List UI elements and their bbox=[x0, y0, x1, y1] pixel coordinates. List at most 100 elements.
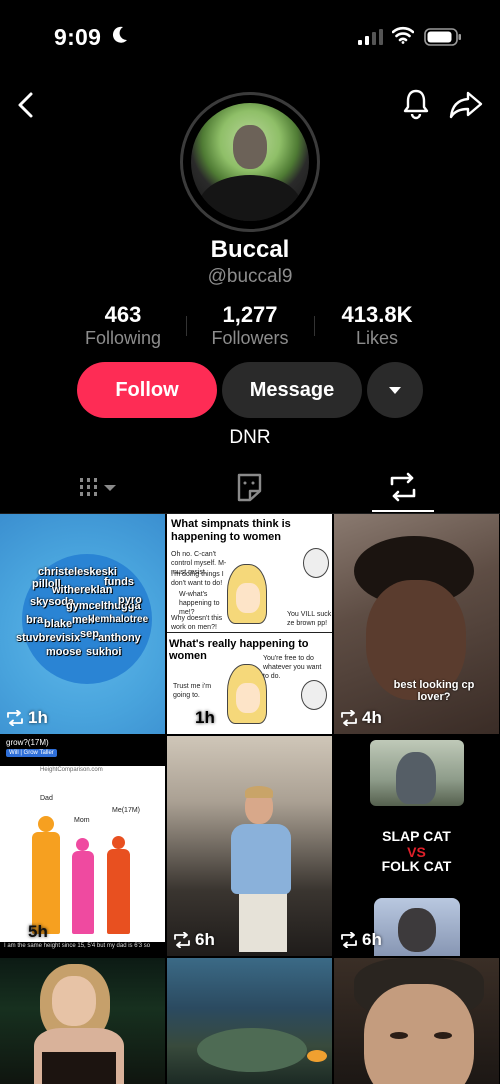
video-tile[interactable]: best looking cp lover? 4h bbox=[334, 514, 499, 734]
figure-label: Mom bbox=[74, 817, 90, 824]
circle-name: moose bbox=[46, 646, 82, 658]
circle-name: anthony bbox=[98, 632, 141, 644]
cat-image bbox=[370, 740, 464, 806]
stat-value: 1,277 bbox=[222, 302, 278, 327]
figure-head bbox=[38, 816, 54, 832]
back-arrow-icon[interactable] bbox=[12, 88, 40, 122]
repost-icon bbox=[341, 710, 357, 726]
video-caption: best looking cp lover? bbox=[393, 679, 475, 703]
tab-reposts[interactable] bbox=[334, 466, 500, 512]
profile-bio: DNR bbox=[229, 427, 271, 448]
video-header-text: grow?(17M) bbox=[6, 738, 49, 747]
avatar-body bbox=[199, 175, 301, 221]
stat-likes[interactable]: 413.8K Likes bbox=[327, 302, 427, 349]
repost-icon bbox=[174, 932, 190, 948]
video-footer-text: I am the same height since 15, 5'4 but m… bbox=[0, 942, 165, 956]
share-arrow-icon[interactable] bbox=[448, 88, 484, 120]
avatar[interactable] bbox=[180, 92, 320, 232]
circle-name: stuvbrevisix bbox=[16, 632, 81, 644]
meme-text: I'm doing things I don't want to do! bbox=[171, 571, 224, 587]
follow-button[interactable]: Follow bbox=[77, 362, 217, 418]
figure-dad bbox=[32, 832, 60, 934]
circle-name: lemhalotree bbox=[92, 614, 149, 625]
divider bbox=[167, 632, 332, 633]
hair bbox=[245, 786, 273, 798]
caret-down-icon bbox=[389, 387, 401, 394]
meme-text: You VILL suck ze brown pp! bbox=[287, 611, 332, 627]
stat-label: Likes bbox=[355, 328, 399, 348]
repost-icon bbox=[7, 710, 23, 726]
stat-followers[interactable]: 1,277 Followers bbox=[200, 302, 300, 349]
repost-time: 6h bbox=[340, 930, 382, 950]
repost-time: 6h bbox=[173, 930, 215, 950]
grid-icon bbox=[80, 478, 116, 496]
video-tile[interactable] bbox=[334, 958, 499, 1084]
man-figure bbox=[301, 680, 327, 710]
video-tile[interactable] bbox=[167, 958, 332, 1084]
folk-cat-image bbox=[374, 898, 460, 956]
message-button[interactable]: Message bbox=[222, 362, 362, 418]
terrain bbox=[197, 1028, 307, 1072]
notification-bell-icon[interactable] bbox=[400, 86, 432, 120]
battery-icon bbox=[424, 28, 461, 46]
meme-heading: What simpnats think is happening to wome… bbox=[171, 518, 291, 543]
wifi-icon bbox=[392, 26, 414, 44]
meme-text: You're free to do whatever you want to d… bbox=[263, 655, 322, 680]
more-options-button[interactable] bbox=[367, 362, 423, 418]
time-label: 6h bbox=[362, 930, 382, 949]
tab-videos[interactable] bbox=[0, 466, 166, 512]
repost-time: 1h bbox=[6, 708, 48, 728]
avatar-face bbox=[233, 125, 267, 169]
repost-icon bbox=[174, 710, 190, 726]
circle-name: mek bbox=[72, 614, 95, 626]
stat-divider bbox=[314, 316, 315, 336]
shirt bbox=[231, 824, 291, 894]
site-label: HeightComparison.com bbox=[40, 767, 103, 773]
tab-favorites[interactable] bbox=[166, 466, 332, 512]
repost-icon bbox=[341, 932, 357, 948]
video-tile[interactable]: christeleskeski pilloll withereklan fund… bbox=[0, 514, 165, 734]
repost-time: 5h bbox=[6, 922, 48, 942]
meme-text: Trust me i'm going to. bbox=[173, 683, 212, 699]
wojak-figure bbox=[227, 564, 267, 624]
avatar-image bbox=[191, 103, 309, 221]
stat-label: Followers bbox=[211, 328, 289, 348]
circle-name: sep bbox=[80, 628, 99, 640]
repost-time: 4h bbox=[340, 708, 382, 728]
repost-icon bbox=[7, 924, 23, 940]
video-tile[interactable]: SLAP CAT VS FOLK CAT 6h bbox=[334, 736, 499, 956]
cellular-signal-icon bbox=[358, 29, 383, 45]
figure-me bbox=[107, 849, 130, 934]
video-badge: Will | Grow Taller bbox=[6, 749, 57, 757]
figure-head bbox=[76, 838, 89, 851]
stat-divider bbox=[186, 316, 187, 336]
time-label: 6h bbox=[195, 930, 215, 949]
status-bar: 9:09 bbox=[0, 0, 500, 70]
profile-stats: 463 Following 1,277 Followers 413.8K Lik… bbox=[0, 302, 500, 352]
stat-value: 463 bbox=[104, 302, 142, 327]
video-tile[interactable] bbox=[0, 958, 165, 1084]
figure-label: Me(17M) bbox=[112, 807, 141, 814]
stat-label: Following bbox=[84, 328, 162, 348]
time-label: 1h bbox=[28, 708, 48, 727]
stat-value: 413.8K bbox=[341, 302, 413, 327]
fire bbox=[307, 1050, 327, 1062]
circle-name: bra bbox=[26, 614, 44, 626]
active-tab-indicator bbox=[372, 510, 434, 512]
video-tile[interactable]: 6h bbox=[167, 736, 332, 956]
status-time: 9:09 bbox=[54, 24, 102, 50]
face bbox=[52, 976, 96, 1026]
figure-label: Dad bbox=[40, 795, 53, 802]
video-header: grow?(17M) Will | Grow Taller bbox=[0, 736, 165, 766]
figure-mom bbox=[72, 851, 94, 934]
video-title: FOLK CAT bbox=[381, 858, 452, 874]
clothing bbox=[42, 1052, 116, 1084]
video-tile[interactable]: grow?(17M) Will | Grow Taller HeightComp… bbox=[0, 736, 165, 956]
sticker-icon bbox=[237, 473, 262, 502]
time-label: 4h bbox=[362, 708, 382, 727]
moon-icon bbox=[112, 26, 127, 43]
repost-time: 1h bbox=[173, 708, 215, 728]
stat-following[interactable]: 463 Following bbox=[78, 302, 168, 349]
display-name: Buccal bbox=[210, 236, 290, 263]
video-tile[interactable]: What simpnats think is happening to wome… bbox=[167, 514, 332, 734]
